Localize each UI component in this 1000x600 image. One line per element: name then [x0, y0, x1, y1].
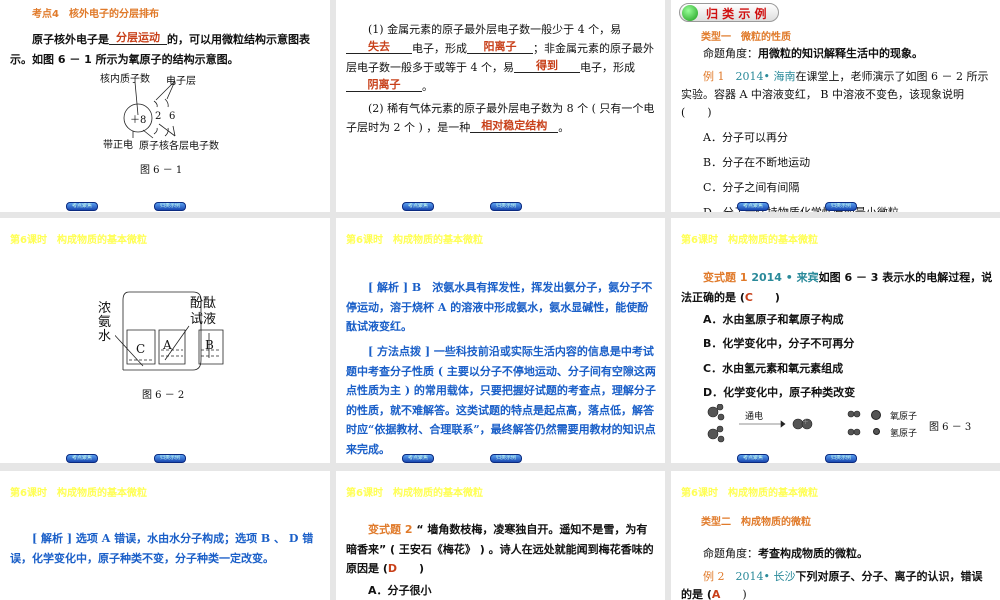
- beaker-a: A: [163, 338, 172, 352]
- slide-3[interactable]: 归 类 示 例 类型一 微粒的性质 命题角度：用微粒的知识解释生活中的现象。 例…: [671, 0, 1000, 212]
- legend-hydrogen: 氢原子: [890, 429, 918, 439]
- angle: 命题角度：考查构成物质的微粒。: [703, 547, 868, 560]
- example-question: 例 1 2014• 海南在课堂上，老师演示了如图 6 － 2 所示实验。容器 A…: [681, 70, 989, 119]
- option-a: A．分子很小: [368, 584, 432, 597]
- prev-nav-button[interactable]: 考点聚焦: [66, 454, 98, 463]
- prev-nav-button[interactable]: 考点聚焦: [737, 454, 769, 463]
- slide-6[interactable]: 第6课时 构成物质的基本微粒 变式题 1 2014 • 来宾如图 6 － 3 表…: [671, 218, 1000, 463]
- electrons-layer-1: 2: [155, 111, 162, 122]
- slide-header: 第6课时 构成物质的基本微粒: [681, 488, 818, 499]
- next-nav-button[interactable]: 归类示例: [825, 202, 857, 211]
- next-nav-button[interactable]: 归类示例: [490, 202, 522, 211]
- oxygen-atom-icon: [871, 410, 881, 420]
- option-d: D．化学变化中，原子种类改变: [703, 386, 856, 399]
- beaker-b: B: [205, 338, 214, 352]
- variant-question: 变式题 1 2014 • 来宾如图 6 － 3 表示水的电解过程，说法正确的是 …: [681, 271, 993, 304]
- label-ammonia: 浓氨水: [98, 301, 112, 344]
- hydrogen-atom-icon: [873, 428, 880, 435]
- label-positive: 带正电: [103, 140, 133, 151]
- green-dot-icon: [682, 5, 698, 21]
- slide-header: 第6课时 构成物质的基本微粒: [681, 235, 818, 246]
- analysis-paragraph: [ 解析 ] 选项 A 错误，水由水分子构成；选项 B 、 D 错误，化学变化中…: [10, 532, 314, 565]
- section-badge: 归 类 示 例: [679, 3, 779, 22]
- slide-9[interactable]: 第6课时 构成物质的基本微粒 类型二 构成物质的微粒 命题角度：考查构成物质的微…: [671, 471, 1000, 600]
- electrons-layer-2: 6: [169, 111, 176, 122]
- option-a: A．分子可以再分: [703, 131, 788, 144]
- option-d: D．分子是保持物质化学性质的最小微粒: [703, 203, 899, 212]
- badge-label: 归 类 示 例: [706, 7, 767, 21]
- paragraph-1: (1) 金属元素的原子最外层电子数一般少于 4 个，易失去 电子，形成 阳离子 ；非金…: [346, 23, 654, 93]
- next-nav-button[interactable]: 归类示例: [825, 454, 857, 463]
- option-c: C．分子之间有间隔: [703, 181, 800, 194]
- option-a: A．水由氢原子和氧原子构成: [703, 313, 844, 326]
- slide-header: 第6课时 构成物质的基本微粒: [10, 235, 147, 246]
- option-b: B．化学变化中，分子不可再分: [703, 337, 855, 350]
- prev-nav-button[interactable]: 考点聚焦: [66, 202, 98, 211]
- paragraph-2: (2) 稀有气体元素的原子最外层电子数为 8 个 ( 只有一个电子层时为 2 个…: [346, 102, 655, 134]
- slide-7[interactable]: 第6课时 构成物质的基本微粒 [ 解析 ] 选项 A 错误，水由水分子构成；选项…: [0, 471, 330, 600]
- slide-4[interactable]: 第6课时 构成物质的基本微粒 浓氨水 酚酞试液 C A B 图 6 － 2 考点…: [0, 218, 330, 463]
- figure-caption: 图 6 － 2: [142, 390, 185, 401]
- type-heading: 类型二 构成物质的微粒: [701, 517, 811, 528]
- variant-question: 变式题 2 “ 墙角数枝梅，凌寒独自开。遥知不是雪，为有暗香来” ( 王安石《梅…: [346, 523, 654, 575]
- plus-sign: +: [802, 417, 809, 426]
- next-nav-button[interactable]: 归类示例: [490, 454, 522, 463]
- slide-8[interactable]: 第6课时 构成物质的基本微粒 变式题 2 “ 墙角数枝梅，凌寒独自开。遥知不是雪…: [336, 471, 665, 600]
- figure-caption: 图 6 － 3: [929, 422, 972, 433]
- option-c: C．水由氢元素和氧元素组成: [703, 362, 844, 375]
- method-paragraph: [ 方法点拨 ] 一些科技前沿或实际生活内容的信息是中考试题中考查分子性质 ( …: [346, 345, 656, 456]
- prev-nav-button[interactable]: 考点聚焦: [402, 202, 434, 211]
- option-b: B．分子在不断地运动: [703, 156, 811, 169]
- paragraph: 原子核外电子是 分层运动 的，可以用微粒结构示意图表示。如图 6 － 1 所示为氧原…: [10, 31, 310, 66]
- slide-header: 第6课时 构成物质的基本微粒: [346, 488, 483, 499]
- label-layer: 电子层: [166, 76, 196, 87]
- angle: 命题角度：用微粒的知识解释生活中的现象。: [703, 47, 923, 60]
- legend-oxygen: 氧原子: [890, 412, 918, 422]
- prev-nav-button[interactable]: 考点聚焦: [402, 454, 434, 463]
- slide-1[interactable]: 考点4 核外电子的分层排布 原子核外电子是 分层运动 的，可以用微粒结构示意图表示。…: [0, 0, 330, 212]
- slide-2[interactable]: (1) 金属元素的原子最外层电子数一般少于 4 个，易失去 电子，形成 阳离子 ；非金…: [336, 0, 665, 212]
- slide-5[interactable]: 第6课时 构成物质的基本微粒 [ 解析 ] B 浓氨水具有挥发性，挥发出氨分子，…: [336, 218, 665, 463]
- example-question: 例 2 2014• 长沙下列对原子、分子、离子的认识，错误的是 (A ): [681, 570, 983, 600]
- slide-header: 第6课时 构成物质的基本微粒: [10, 488, 147, 499]
- beaker-c: C: [136, 342, 146, 356]
- slide-title: 考点4 核外电子的分层排布: [32, 9, 159, 20]
- label-phenolphthalein: 酚酞试液: [190, 296, 217, 327]
- figure-caption: 图 6 － 1: [140, 165, 183, 176]
- label-core-count: 原子核各层电子数: [139, 141, 219, 152]
- slide-header: 第6课时 构成物质的基本微粒: [346, 235, 483, 246]
- arrow-label: 通电: [745, 412, 764, 422]
- next-nav-button[interactable]: 归类示例: [154, 202, 186, 211]
- electrolysis-diagram: [707, 404, 861, 443]
- next-nav-button[interactable]: 归类示例: [154, 454, 186, 463]
- analysis-paragraph: [ 解析 ] B 浓氨水具有挥发性，挥发出氨分子，氨分子不停运动，溶于烧杯 A …: [346, 281, 653, 333]
- prev-nav-button[interactable]: 考点聚焦: [737, 202, 769, 211]
- nucleus-charge: ＋8: [130, 115, 147, 126]
- label-proton: 核内质子数: [100, 74, 150, 85]
